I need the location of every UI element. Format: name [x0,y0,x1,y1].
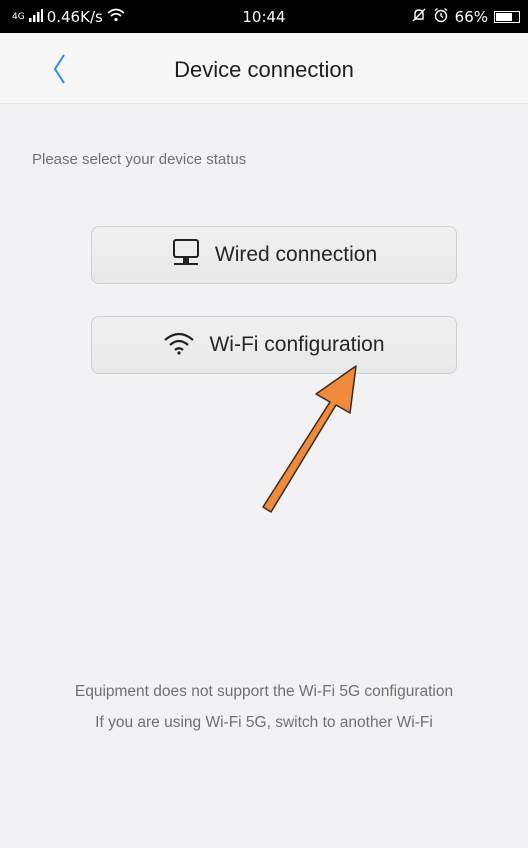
status-bar: 4G 0.46K/s 10:44 66% [0,0,528,33]
alarm-icon [433,7,449,27]
bell-muted-icon [411,7,427,27]
instruction-text: Please select your device status [32,151,247,168]
wifi-configuration-button[interactable]: Wi-Fi configuration [91,316,457,374]
status-right-group: 66% [411,7,520,27]
wifi-icon [163,331,195,360]
page-title: Device connection [174,57,354,82]
note-5g-unsupported: Equipment does not support the Wi-Fi 5G … [74,683,454,700]
battery-percent: 66% [454,8,488,26]
header-bar: Device connection [0,33,528,104]
wired-connection-label: Wired connection [214,243,378,266]
battery-level-fill [496,13,512,21]
monitor-icon [171,238,201,272]
battery-icon [494,11,520,23]
wifi-configuration-label: Wi-Fi configuration [209,333,385,356]
wired-connection-button[interactable]: Wired connection [91,226,457,284]
note-switch-wifi: If you are using Wi-Fi 5G, switch to ano… [95,714,433,731]
